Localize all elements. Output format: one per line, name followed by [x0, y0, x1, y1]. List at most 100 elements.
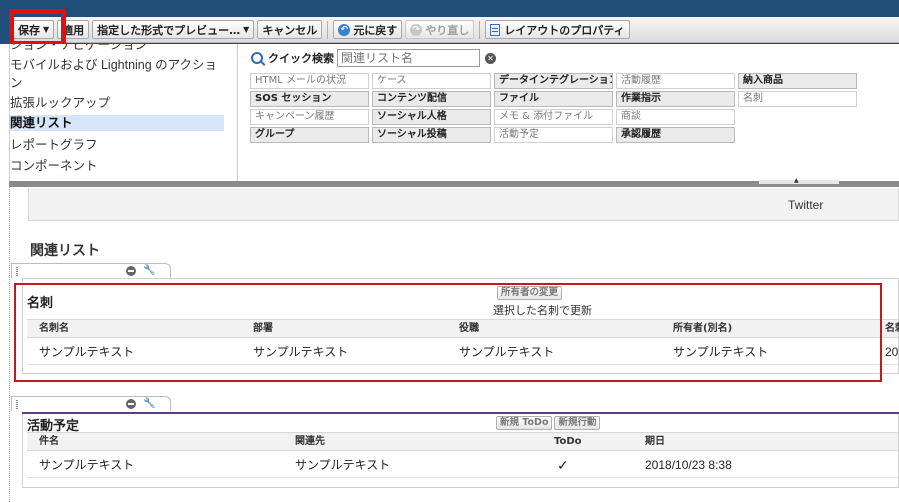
palette-resize-handle[interactable] [759, 180, 839, 184]
column-header: 期日 [645, 436, 665, 447]
undo-label: 元に戻す [353, 23, 398, 37]
column-header: ToDo [554, 436, 582, 447]
layout-properties-label: レイアウトのプロパティ [504, 23, 625, 37]
column-header: 所有者(別名) [673, 323, 733, 334]
search-icon [251, 52, 263, 64]
palette-item[interactable]: ソーシャル人格 [372, 109, 491, 125]
table-cell: サンプルテキスト [39, 458, 135, 472]
table-cell: サンプルテキスト [459, 345, 555, 359]
palette-item[interactable]: 活動履歴 [616, 73, 735, 89]
column-header: 役職 [459, 323, 479, 334]
palette-item-grid: HTML メールの状況 ケース データインテグレーション 活動履歴 納入商品 SOS セッ… [250, 73, 857, 144]
related-list-handle[interactable]: 🔧 [11, 263, 171, 278]
drag-grip-icon[interactable] [16, 267, 18, 276]
palette-category[interactable]: モバイルおよび Lightning のアクショ [10, 57, 224, 73]
palette-item[interactable]: ソーシャル投稿 [372, 127, 491, 143]
mass-update-label: 選択した名刺で更新 [493, 305, 592, 317]
save-button[interactable]: 保存 ▼ [13, 20, 55, 39]
palette-item[interactable]: 納入商品 [738, 73, 857, 89]
table-cell: サンプルテキスト [295, 458, 391, 472]
quick-search: クイック検索 [251, 49, 480, 67]
palette-item [738, 109, 857, 125]
palette-item[interactable]: 作業指示 [616, 91, 735, 107]
palette-item[interactable]: 活動予定 [494, 127, 613, 143]
palette-category[interactable]: コンポーネント [10, 158, 224, 174]
palette-category[interactable]: ション・ナビゲーション [10, 44, 224, 53]
related-list-buttons: 新規 ToDo 新規行動 [496, 416, 601, 430]
quick-search-label: クイック検索 [268, 52, 334, 65]
column-header: 名刺名 [39, 323, 69, 334]
table-cell: サンプルテキスト [673, 345, 769, 359]
related-list-handle[interactable]: 🔧 [11, 396, 171, 411]
clear-search-icon[interactable]: ✕ [485, 53, 496, 64]
redo-button[interactable]: ↷ やり直し [405, 20, 475, 39]
table-cell: サンプルテキスト [39, 345, 135, 359]
palette-item[interactable]: グループ [250, 127, 369, 143]
new-todo-button[interactable]: 新規 ToDo [496, 416, 553, 430]
table-row: サンプルテキスト サンプルテキスト サンプルテキスト サンプルテキスト 20 [27, 341, 898, 365]
quick-search-input[interactable] [337, 49, 480, 67]
toolbar-divider [479, 20, 481, 39]
palette-item[interactable]: HTML メールの状況 [250, 73, 369, 89]
table-cell: 20 [885, 345, 899, 359]
column-header: 件名 [39, 436, 59, 447]
table-header: 名刺名 部署 役職 所有者(別名) 名刺 [27, 319, 899, 338]
change-owner-button[interactable]: 所有者の変更 [497, 286, 563, 300]
palette-item[interactable]: コンテンツ配信 [372, 91, 491, 107]
redo-icon: ↷ [410, 23, 423, 36]
caret-up-icon: ▲ [794, 177, 799, 184]
palette-category[interactable]: ン [10, 75, 224, 91]
palette-item[interactable]: SOS セッション [250, 91, 369, 107]
related-list-buttons: 所有者の変更 [497, 286, 563, 300]
palette-item[interactable]: ケース [372, 73, 491, 89]
palette-item[interactable]: データインテグレーション [494, 73, 613, 89]
undo-icon: ↶ [338, 23, 351, 36]
table-row: サンプルテキスト サンプルテキスト ✓ 2018/10/23 8:38 [27, 454, 898, 478]
related-list-title: 名刺 [27, 295, 54, 310]
table-cell: サンプルテキスト [253, 345, 349, 359]
table-cell: 2018/10/23 8:38 [645, 458, 732, 472]
document-icon [490, 23, 501, 36]
toolbar-divider [327, 20, 329, 39]
undo-button[interactable]: ↶ 元に戻す [333, 20, 403, 39]
wrench-icon[interactable]: 🔧 [143, 265, 155, 276]
wrench-icon[interactable]: 🔧 [143, 398, 155, 409]
column-header: 関連先 [295, 436, 325, 447]
save-dropdown-icon[interactable]: ▼ [43, 25, 49, 34]
remove-icon[interactable] [126, 399, 136, 409]
column-header: 名刺 [885, 323, 899, 334]
palette-category-list: ション・ナビゲーション モバイルおよび Lightning のアクショ ン 拡張… [10, 44, 238, 182]
apply-button[interactable]: 適用 [57, 20, 90, 39]
palette-category[interactable]: 拡張ルックアップ [10, 95, 224, 111]
checkmark-icon: ✓ [557, 457, 569, 473]
twitter-label: Twitter [788, 198, 824, 212]
table-header: 件名 関連先 ToDo 期日 [27, 432, 898, 451]
palette-item[interactable]: メモ & 添付ファイル [494, 109, 613, 125]
related-list-meishi[interactable]: 名刺 所有者の変更 選択した名刺で更新 名刺名 部署 役職 所有者(別名) 名刺… [22, 278, 899, 374]
preview-as-label: 指定した形式でプレビュー… [97, 23, 241, 37]
drag-grip-icon[interactable] [16, 400, 18, 409]
palette-items-area: クイック検索 ✕ HTML メールの状況ケースデータインテグレーション活動履歴納… [239, 44, 899, 182]
twitter-section [28, 188, 899, 221]
palette-item[interactable]: 商談 [616, 109, 735, 125]
chevron-down-icon: ▼ [243, 25, 250, 34]
palette-item[interactable]: キャンペーン履歴 [250, 109, 369, 125]
column-header: 部署 [253, 323, 273, 334]
remove-icon[interactable] [126, 266, 136, 276]
layout-properties-button[interactable]: レイアウトのプロパティ [485, 20, 630, 39]
save-button-label: 保存 [18, 23, 40, 37]
new-event-button[interactable]: 新規行動 [554, 416, 601, 430]
cancel-button[interactable]: キャンセル [257, 20, 323, 39]
related-list-activity[interactable]: 活動予定 新規 ToDo 新規行動 件名 関連先 ToDo 期日 サンプルテキス… [22, 414, 899, 488]
preview-as-button[interactable]: 指定した形式でプレビュー… ▼ [92, 20, 255, 39]
palette-item[interactable]: 名刺 [738, 91, 857, 107]
palette-item[interactable]: 承認履歴 [616, 127, 735, 143]
palette-category[interactable]: レポートグラフ [10, 137, 224, 153]
palette-item[interactable]: ファイル [494, 91, 613, 107]
layout-toolbar: 保存 ▼ 適用 指定した形式でプレビュー… ▼ キャンセル ↶ 元に戻す ↷ やり直し … [9, 17, 899, 43]
palette-item [738, 127, 857, 143]
redo-label: やり直し [425, 23, 470, 37]
related-lists-title: 関連リスト [30, 242, 100, 258]
palette-panel: ション・ナビゲーション モバイルおよび Lightning のアクショ ン 拡張… [9, 44, 899, 182]
palette-category-selected[interactable]: 関連リスト [10, 115, 224, 131]
